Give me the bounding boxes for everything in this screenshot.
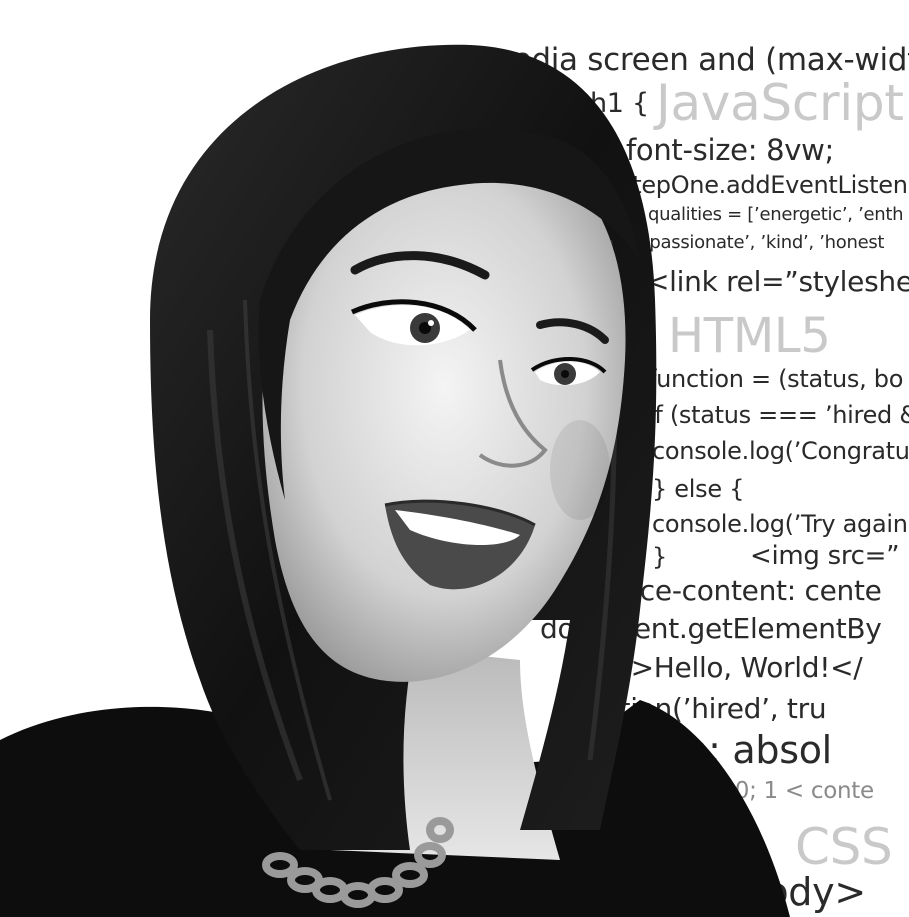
portrait-photo bbox=[0, 44, 790, 917]
cheek-shadow bbox=[550, 420, 610, 520]
